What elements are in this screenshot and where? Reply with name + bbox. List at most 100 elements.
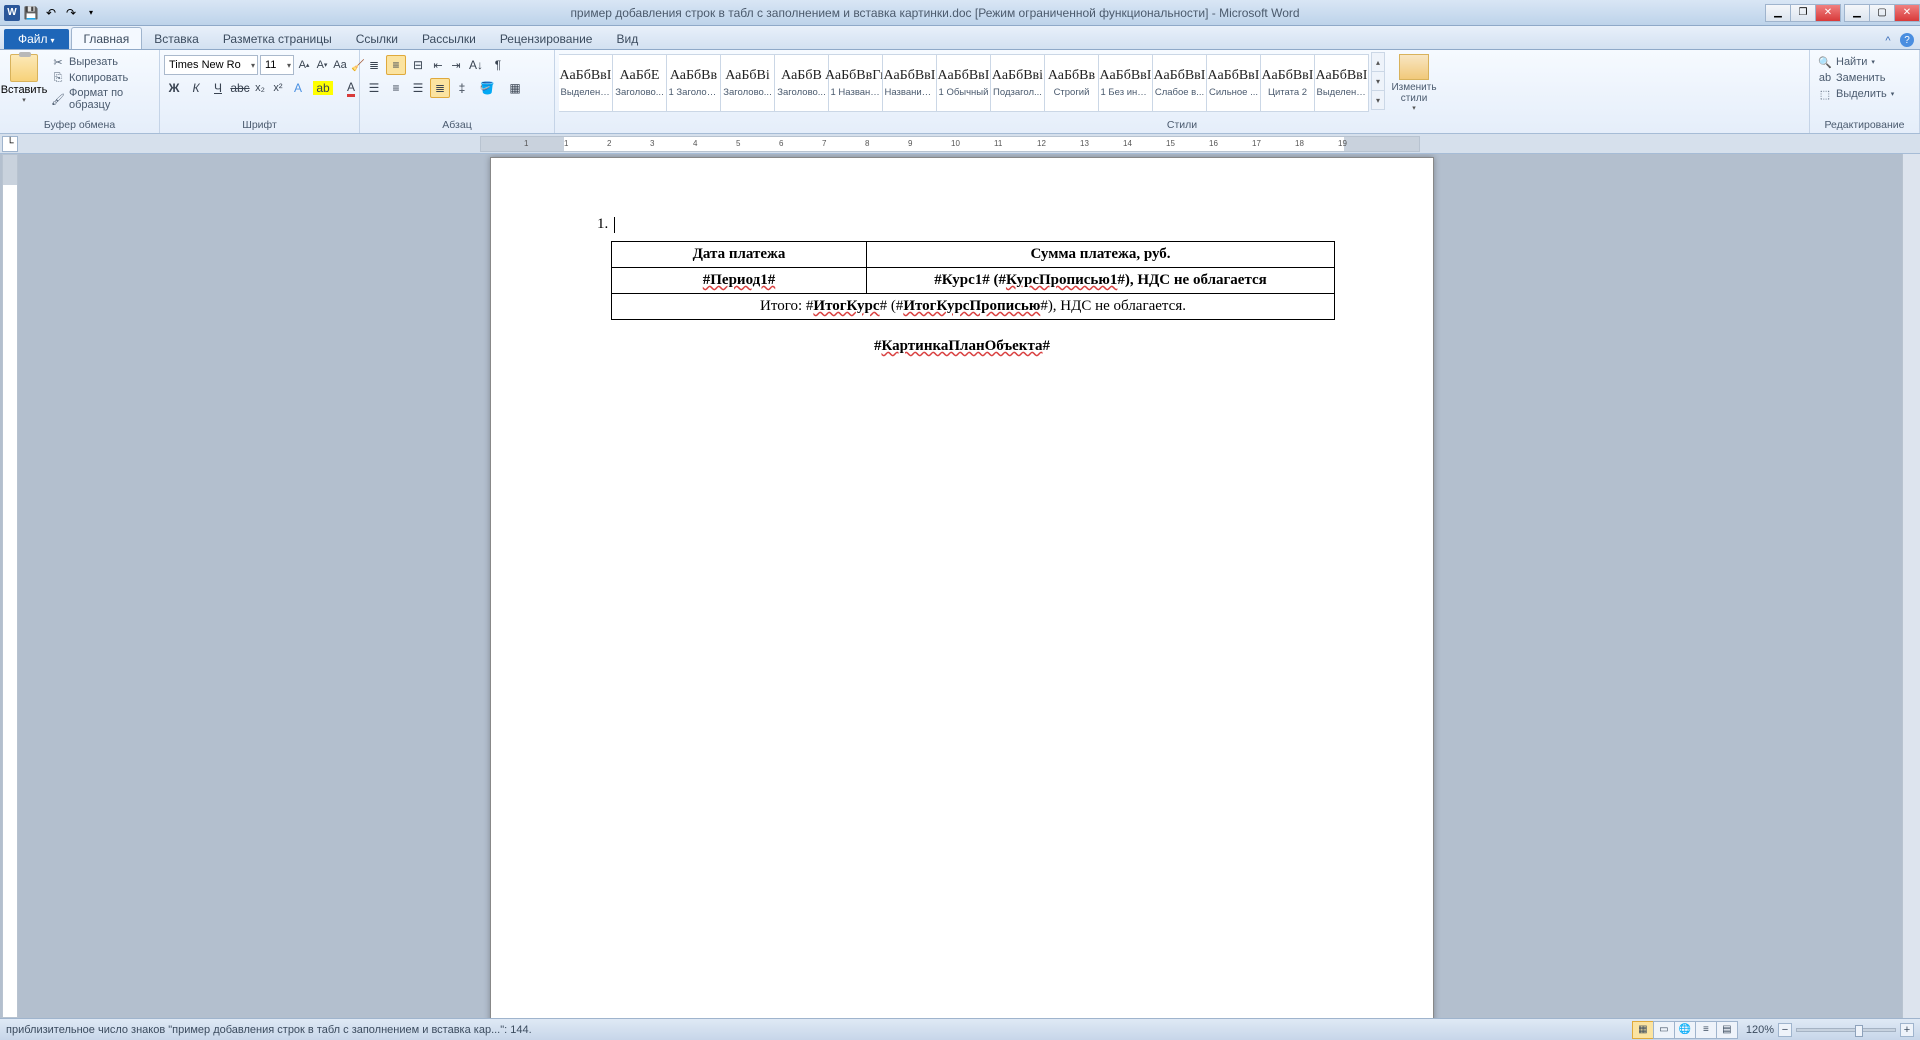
borders-button[interactable]: ▦ bbox=[502, 78, 528, 98]
underline-button[interactable]: Ч bbox=[208, 78, 228, 98]
th-date: Дата платежа bbox=[612, 242, 867, 268]
help-icon[interactable]: ? bbox=[1900, 33, 1914, 47]
select-button[interactable]: ⬚Выделить ▾ bbox=[1814, 87, 1898, 101]
align-right-button[interactable]: ☰ bbox=[408, 78, 428, 98]
paste-icon bbox=[10, 54, 38, 82]
quick-access-toolbar: W 💾 ↶ ↷ ▾ bbox=[0, 4, 104, 22]
sort-button[interactable]: A↓ bbox=[466, 55, 486, 75]
format-painter-button[interactable]: 🖌Формат по образцу bbox=[47, 87, 155, 111]
style-item[interactable]: АаБбВвІСлабое в... bbox=[1152, 54, 1207, 112]
change-styles-button[interactable]: Изменить стили ▾ bbox=[1388, 52, 1440, 112]
zoom-out-button[interactable]: − bbox=[1778, 1023, 1792, 1037]
tab-home[interactable]: Главная bbox=[71, 27, 143, 49]
change-case-button[interactable]: Aa bbox=[332, 56, 348, 74]
group-label-editing: Редактирование bbox=[1814, 118, 1915, 133]
zoom-level[interactable]: 120% bbox=[1746, 1024, 1774, 1036]
print-layout-view[interactable]: ▦ bbox=[1632, 1021, 1654, 1039]
increase-indent-button[interactable]: ⇥ bbox=[448, 56, 464, 74]
cut-button[interactable]: ✂Вырезать bbox=[47, 55, 155, 69]
tab-layout[interactable]: Разметка страницы bbox=[211, 28, 344, 49]
qat-more-icon[interactable]: ▾ bbox=[82, 4, 100, 22]
page[interactable]: 1. Дата платежа Сумма платежа, руб. #Пер… bbox=[490, 157, 1434, 1018]
group-paragraph: ≣ ≡ ⊟ ⇤ ⇥ A↓ ¶ ☰ ≡ ☰ ≣ ‡ 🪣 ▦ bbox=[360, 50, 555, 133]
multilevel-list-button[interactable]: ⊟ bbox=[408, 55, 428, 75]
line-spacing-button[interactable]: ‡ bbox=[452, 78, 472, 98]
style-item[interactable]: АаБбВвСтрогий bbox=[1044, 54, 1099, 112]
fullscreen-reading-view[interactable]: ▭ bbox=[1653, 1021, 1675, 1039]
minimize-button[interactable]: ▁ bbox=[1844, 4, 1870, 22]
subscript-button[interactable]: x₂ bbox=[252, 79, 268, 97]
tab-insert[interactable]: Вставка bbox=[142, 28, 211, 49]
undo-icon[interactable]: ↶ bbox=[42, 4, 60, 22]
bullets-button[interactable]: ≣ bbox=[364, 55, 384, 75]
font-size-combo[interactable]: 11 bbox=[260, 55, 294, 75]
strikethrough-button[interactable]: abc bbox=[230, 78, 250, 98]
horizontal-ruler[interactable]: 112345678910111213141516171819 bbox=[480, 136, 1420, 152]
vertical-scrollbar[interactable] bbox=[1902, 154, 1920, 1018]
styles-more[interactable]: ▾ bbox=[1372, 91, 1384, 109]
style-item[interactable]: АаБбВвІСильное ... bbox=[1206, 54, 1261, 112]
style-item[interactable]: АаБбВЗаголово... bbox=[774, 54, 829, 112]
group-label-paragraph: Абзац bbox=[364, 118, 550, 133]
justify-button[interactable]: ≣ bbox=[430, 78, 450, 98]
style-item[interactable]: АаБбВвІНазвание... bbox=[882, 54, 937, 112]
copy-button[interactable]: ⎘Копировать bbox=[47, 71, 155, 85]
styles-scroll-up[interactable]: ▴ bbox=[1372, 53, 1384, 72]
zoom-slider[interactable] bbox=[1796, 1028, 1896, 1032]
draft-view[interactable]: ▤ bbox=[1716, 1021, 1738, 1039]
bold-button[interactable]: Ж bbox=[164, 78, 184, 98]
maximize-button[interactable]: ▢ bbox=[1869, 4, 1895, 22]
tab-selector[interactable]: └ bbox=[2, 136, 18, 152]
tab-review[interactable]: Рецензирование bbox=[488, 28, 605, 49]
page-content: 1. Дата платежа Сумма платежа, руб. #Пер… bbox=[491, 158, 1433, 355]
tab-mailings[interactable]: Рассылки bbox=[410, 28, 488, 49]
tab-references[interactable]: Ссылки bbox=[344, 28, 410, 49]
tab-file[interactable]: Файл▾ bbox=[4, 29, 69, 49]
minimize-ribbon-icon[interactable]: ^ bbox=[1880, 33, 1896, 49]
zoom-in-button[interactable]: + bbox=[1900, 1023, 1914, 1037]
text-effects-button[interactable]: A bbox=[288, 78, 308, 98]
find-button[interactable]: 🔍Найти ▾ bbox=[1814, 55, 1898, 69]
style-item[interactable]: АаБбВвГг1 Название bbox=[828, 54, 883, 112]
group-label-clipboard: Буфер обмена bbox=[4, 118, 155, 133]
style-item[interactable]: АаБбЕЗаголово... bbox=[612, 54, 667, 112]
web-layout-view[interactable]: 🌐 bbox=[1674, 1021, 1696, 1039]
mdi-close-button[interactable]: ✕ bbox=[1815, 4, 1841, 22]
style-item[interactable]: АаБбВвІЦитата 2 bbox=[1260, 54, 1315, 112]
shrink-font-button[interactable]: A▾ bbox=[314, 56, 330, 74]
payment-table[interactable]: Дата платежа Сумма платежа, руб. #Период… bbox=[611, 241, 1335, 320]
font-name-combo[interactable]: Times New Ro bbox=[164, 55, 258, 75]
numbering-button[interactable]: ≡ bbox=[386, 55, 406, 75]
shading-button[interactable]: 🪣 bbox=[474, 78, 500, 98]
highlight-button[interactable]: ab bbox=[310, 78, 336, 98]
redo-icon[interactable]: ↷ bbox=[62, 4, 80, 22]
style-item[interactable]: АаБбВвІ1 Обычный bbox=[936, 54, 991, 112]
view-buttons: ▦ ▭ 🌐 ≡ ▤ bbox=[1633, 1021, 1738, 1039]
style-item[interactable]: АаБбВвіПодзагол... bbox=[990, 54, 1045, 112]
decrease-indent-button[interactable]: ⇤ bbox=[430, 56, 446, 74]
paste-button[interactable]: Вставить ▾ bbox=[4, 52, 44, 104]
style-item[interactable]: АаБбВвІ1 Без инте... bbox=[1098, 54, 1153, 112]
save-icon[interactable]: 💾 bbox=[22, 4, 40, 22]
mdi-restore-button[interactable]: ❐ bbox=[1790, 4, 1816, 22]
styles-gallery[interactable]: АаБбВвІВыделениеАаБбЕЗаголово...АаБбВв1 … bbox=[559, 52, 1369, 112]
superscript-button[interactable]: x² bbox=[270, 79, 286, 97]
align-center-button[interactable]: ≡ bbox=[386, 78, 406, 98]
tab-view[interactable]: Вид bbox=[604, 28, 650, 49]
zoom-thumb[interactable] bbox=[1855, 1025, 1863, 1037]
style-item[interactable]: АаБбВіЗаголово... bbox=[720, 54, 775, 112]
vertical-ruler[interactable] bbox=[2, 154, 18, 1018]
document-area: 1. Дата платежа Сумма платежа, руб. #Пер… bbox=[0, 154, 1920, 1018]
mdi-minimize-button[interactable]: ▁ bbox=[1765, 4, 1791, 22]
style-item[interactable]: АаБбВвІВыделение bbox=[559, 54, 613, 112]
style-item[interactable]: АаБбВвІВыделенн... bbox=[1314, 54, 1369, 112]
show-marks-button[interactable]: ¶ bbox=[488, 55, 508, 75]
grow-font-button[interactable]: A▴ bbox=[296, 56, 312, 74]
replace-button[interactable]: abЗаменить bbox=[1814, 71, 1898, 85]
style-item[interactable]: АаБбВв1 Заголов... bbox=[666, 54, 721, 112]
outline-view[interactable]: ≡ bbox=[1695, 1021, 1717, 1039]
close-button[interactable]: ✕ bbox=[1894, 4, 1920, 22]
align-left-button[interactable]: ☰ bbox=[364, 78, 384, 98]
styles-scroll-down[interactable]: ▾ bbox=[1372, 72, 1384, 91]
italic-button[interactable]: К bbox=[186, 78, 206, 98]
